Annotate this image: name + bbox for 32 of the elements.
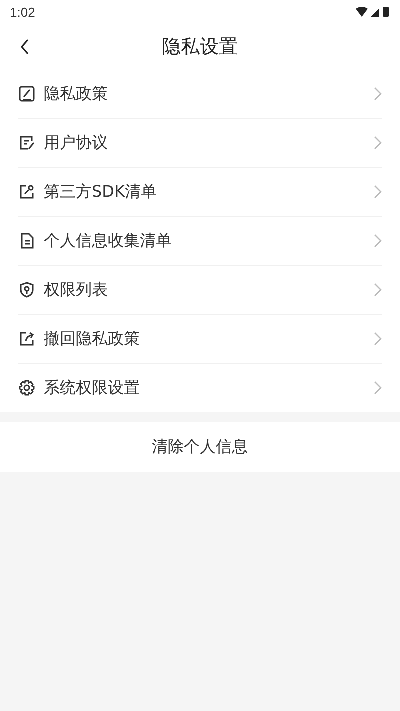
settings-item[interactable]: 个人信息收集清单 — [18, 217, 382, 266]
chevron-icon — [374, 87, 382, 101]
item-label: 用户协议 — [44, 132, 109, 154]
doc-edit-icon — [18, 85, 36, 103]
item-label: 第三方SDK清单 — [44, 182, 158, 202]
item-label: 权限列表 — [44, 280, 109, 300]
item-label: 撤回隐私政策 — [44, 328, 141, 350]
settings-item[interactable]: 隐私政策 — [18, 70, 382, 119]
chevron-icon — [374, 381, 382, 395]
chevron-icon — [374, 283, 382, 297]
item-label: 系统权限设置 — [44, 378, 141, 398]
settings-item[interactable]: 用户协议 — [18, 119, 382, 168]
settings-icon — [18, 379, 36, 397]
status-time: 1:02 — [10, 4, 36, 20]
link-icon — [18, 183, 36, 201]
settings-item[interactable]: 第三方SDK清单 — [18, 168, 382, 217]
item-label: 隐私政策 — [44, 84, 109, 104]
page-title: 隐私设置 — [162, 35, 238, 60]
settings-item[interactable]: 系统权限设置 — [18, 364, 382, 412]
note-pen-icon — [18, 134, 36, 152]
chevron-icon — [374, 234, 382, 248]
settings-item[interactable]: 撤回隐私政策 — [18, 315, 382, 364]
item-label: 个人信息收集清单 — [44, 230, 173, 252]
shield-icon — [18, 281, 36, 299]
back-icon[interactable] — [20, 39, 30, 55]
share-icon — [18, 330, 36, 348]
chevron-icon — [374, 332, 382, 346]
chevron-icon — [374, 136, 382, 150]
status-icons — [356, 6, 390, 18]
settings-item[interactable]: 权限列表 — [18, 266, 382, 315]
chevron-icon — [374, 185, 382, 199]
clear-info-button[interactable]: 清除个人信息 — [0, 422, 400, 472]
